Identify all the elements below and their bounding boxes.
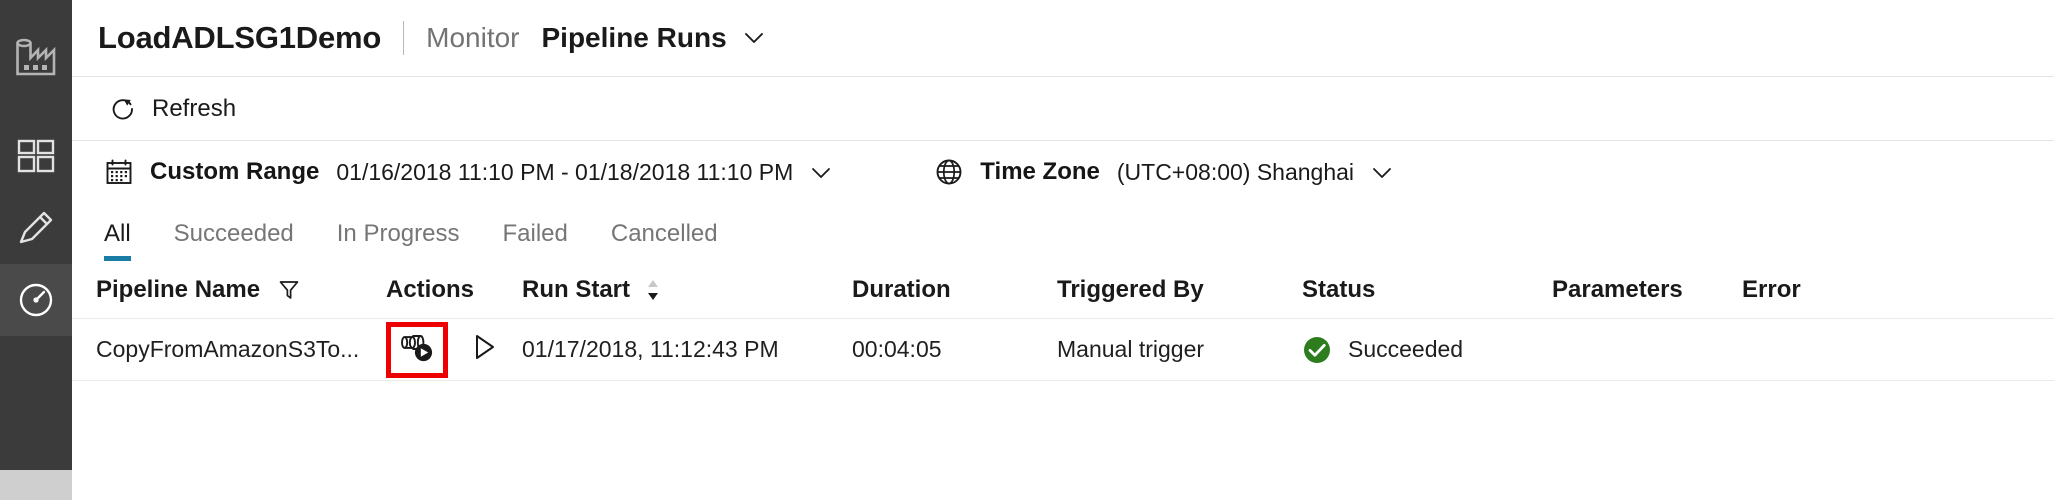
sidebar-bottom-strip — [0, 470, 72, 500]
author-grid-icon — [16, 136, 56, 176]
status-badge: Succeeded — [1348, 336, 1464, 362]
pencil-edit-icon — [16, 208, 56, 248]
column-header-parameters: Parameters — [1552, 276, 1742, 304]
breadcrumb-monitor[interactable]: Monitor — [426, 22, 519, 54]
column-label-parameters: Parameters — [1552, 275, 1683, 303]
column-label-pipeline-name: Pipeline Name — [96, 275, 261, 303]
column-header-error: Error — [1742, 276, 1892, 304]
toolbar: Refresh — [72, 77, 2054, 140]
column-label-duration: Duration — [852, 275, 951, 303]
data-factory-logo-icon — [10, 34, 62, 86]
page-title: LoadADLSG1Demo — [98, 20, 382, 55]
breadcrumb-pipeline-runs[interactable]: Pipeline Runs — [542, 22, 727, 54]
tab-all[interactable]: All — [104, 220, 131, 261]
time-zone-label: Time Zone — [980, 158, 1100, 185]
chevron-down-icon[interactable] — [1369, 159, 1395, 185]
pipeline-runs-page: LoadADLSG1Demo Monitor Pipeline Runs Ref… — [0, 0, 2054, 500]
column-header-triggered-by: Triggered By — [1057, 276, 1302, 304]
left-sidebar — [0, 0, 72, 500]
sort-descending-icon[interactable] — [645, 277, 661, 303]
column-label-actions: Actions — [386, 275, 475, 303]
chevron-down-icon[interactable] — [741, 25, 767, 51]
cell-status: Succeeded — [1302, 335, 1552, 365]
column-label-triggered-by: Triggered By — [1057, 275, 1204, 303]
time-zone-value: (UTC+08:00) Shanghai — [1116, 158, 1355, 185]
header-divider — [403, 21, 405, 55]
refresh-button[interactable]: Refresh — [102, 90, 242, 128]
calendar-icon — [104, 157, 134, 187]
custom-range-selector[interactable]: Custom Range 01/16/2018 11:10 PM - 01/18… — [104, 157, 834, 187]
tab-cancelled[interactable]: Cancelled — [611, 220, 718, 261]
custom-range-label: Custom Range — [150, 158, 320, 185]
column-label-error: Error — [1742, 275, 1801, 303]
table-header-row: Pipeline Name Actions Run Start Duration… — [72, 261, 2054, 319]
sidebar-item-edit[interactable] — [0, 192, 72, 264]
refresh-icon — [108, 94, 138, 124]
tab-succeeded[interactable]: Succeeded — [174, 220, 294, 261]
tab-in-progress[interactable]: In Progress — [337, 220, 460, 261]
status-filter-tabs: All Succeeded In Progress Failed Cancell… — [72, 203, 2054, 261]
rerun-pipeline-button[interactable] — [457, 322, 511, 378]
cell-actions — [386, 321, 522, 378]
pipeline-name-link[interactable]: CopyFromAmazonS3To... — [96, 336, 359, 363]
cell-duration: 00:04:05 — [852, 336, 942, 362]
main-panel: LoadADLSG1Demo Monitor Pipeline Runs Ref… — [72, 0, 2054, 500]
view-activity-runs-button[interactable] — [386, 321, 448, 378]
sidebar-item-author[interactable] — [0, 120, 72, 192]
globe-icon — [934, 157, 964, 187]
column-label-run-start: Run Start — [522, 275, 630, 303]
filter-funnel-icon[interactable] — [277, 278, 301, 302]
tab-failed[interactable]: Failed — [502, 220, 567, 261]
view-activity-runs-icon — [398, 330, 436, 370]
page-header: LoadADLSG1Demo Monitor Pipeline Runs — [72, 0, 2054, 76]
success-check-icon — [1302, 335, 1332, 365]
pipeline-runs-table: Pipeline Name Actions Run Start Duration… — [72, 261, 2054, 381]
rerun-triangle-icon — [469, 331, 499, 369]
refresh-label: Refresh — [152, 94, 237, 122]
column-header-duration: Duration — [852, 276, 1057, 304]
data-factory-logo — [0, 0, 72, 120]
column-label-status: Status — [1302, 275, 1376, 303]
gauge-monitor-icon — [16, 280, 56, 320]
cell-run-start: 01/17/2018, 11:12:43 PM — [522, 336, 779, 362]
custom-range-value: 01/16/2018 11:10 PM - 01/18/2018 11:10 P… — [336, 158, 794, 185]
column-header-pipeline-name[interactable]: Pipeline Name — [96, 276, 386, 304]
sidebar-item-monitor[interactable] — [0, 264, 72, 336]
column-header-run-start[interactable]: Run Start — [522, 276, 852, 304]
column-header-actions: Actions — [386, 276, 522, 304]
filter-bar: Custom Range 01/16/2018 11:10 PM - 01/18… — [72, 141, 2054, 203]
cell-pipeline-name[interactable]: CopyFromAmazonS3To... — [96, 336, 386, 363]
table-row[interactable]: CopyFromAmazonS3To... 01/17/2018, 11:12:… — [72, 319, 2054, 381]
column-header-status: Status — [1302, 276, 1552, 304]
cell-triggered-by: Manual trigger — [1057, 336, 1205, 362]
chevron-down-icon[interactable] — [808, 159, 834, 185]
time-zone-selector[interactable]: Time Zone (UTC+08:00) Shanghai — [934, 157, 1395, 187]
